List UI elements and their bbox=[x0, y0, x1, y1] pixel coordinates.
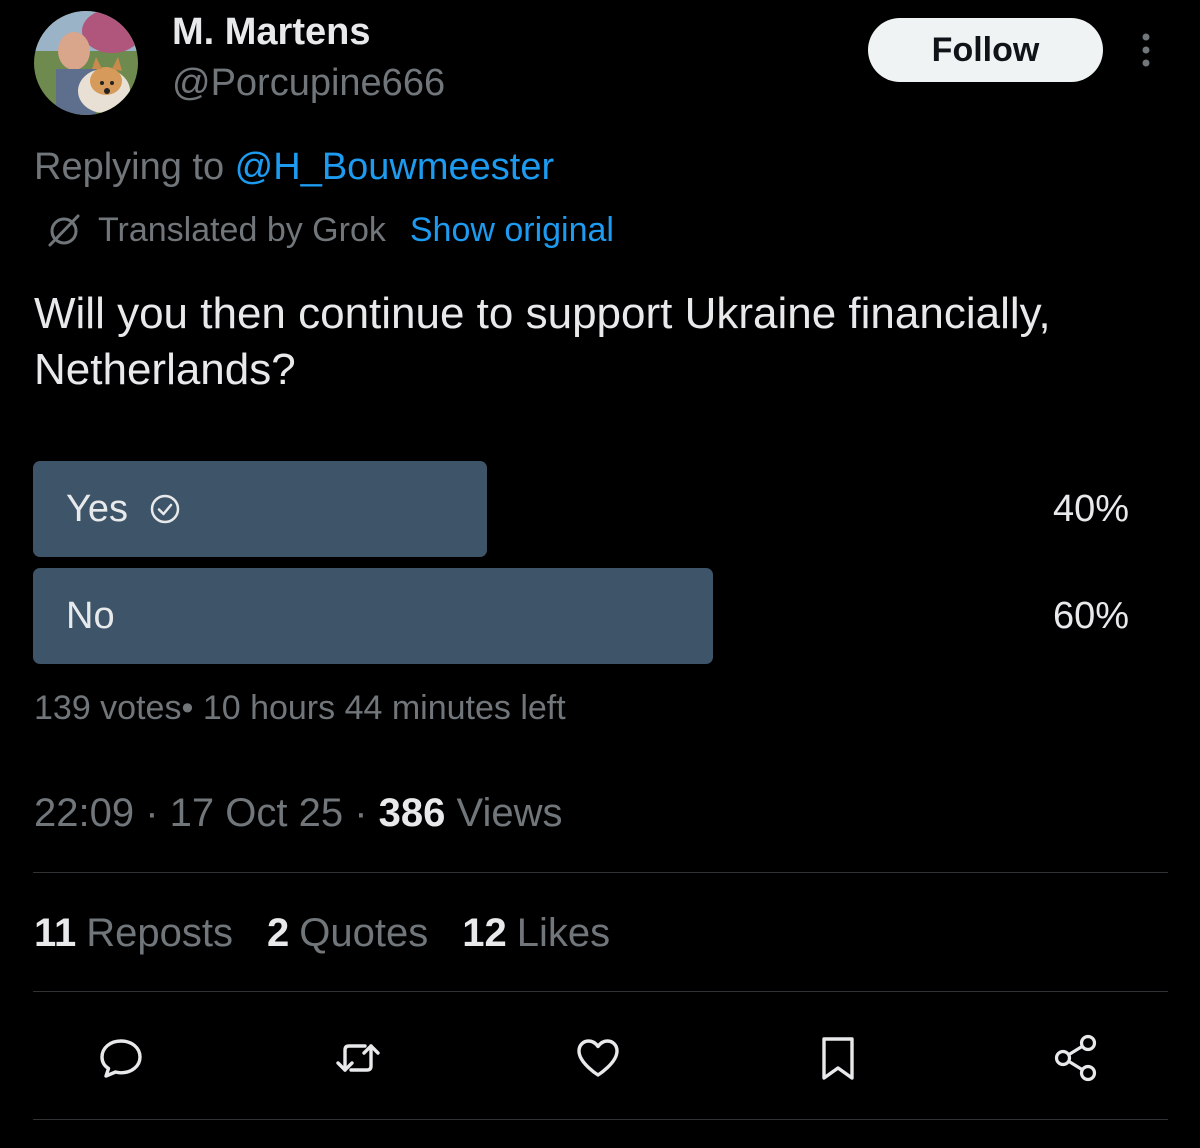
engagement-stats: 11 Reposts 2 Quotes 12 Likes bbox=[34, 910, 644, 956]
comment-icon bbox=[100, 1039, 142, 1078]
translation-bar: Translated by Grok Show original bbox=[44, 210, 614, 250]
replying-to-label: Replying to bbox=[34, 146, 235, 188]
poll: Yes 40% No 60% bbox=[33, 461, 1143, 675]
reposts-count: 11 bbox=[34, 911, 77, 955]
divider bbox=[33, 1119, 1168, 1120]
poll-meta: 139 votes• 10 hours 44 minutes left bbox=[34, 689, 566, 727]
post-text: Will you then continue to support Ukrain… bbox=[34, 289, 1051, 394]
poll-option-label: Yes bbox=[66, 487, 128, 530]
avatar-photo bbox=[34, 11, 138, 115]
action-bar bbox=[0, 1030, 1200, 1086]
more-options-icon[interactable] bbox=[1128, 30, 1164, 70]
likes-stat[interactable]: 12 Likes bbox=[462, 910, 610, 956]
repost-button[interactable] bbox=[330, 1030, 386, 1086]
show-original-link[interactable]: Show original bbox=[410, 210, 614, 250]
poll-time-left: 10 hours 44 minutes left bbox=[202, 689, 566, 727]
post-time[interactable]: 22:09 bbox=[34, 791, 134, 835]
divider bbox=[33, 872, 1168, 873]
translated-by-label: Translated by Grok bbox=[98, 211, 386, 249]
author-display-name[interactable]: M. Martens bbox=[172, 10, 370, 54]
poll-bar-no bbox=[33, 568, 713, 664]
share-button[interactable] bbox=[1048, 1030, 1104, 1086]
reposts-label: Reposts bbox=[86, 911, 234, 955]
views-label: Views bbox=[456, 791, 563, 835]
poll-percent: 40% bbox=[1052, 487, 1129, 530]
grok-icon bbox=[48, 214, 80, 247]
replying-to: Replying to @H_Bouwmeester bbox=[34, 145, 554, 189]
likes-label: Likes bbox=[516, 911, 611, 955]
reply-button[interactable] bbox=[93, 1030, 149, 1086]
post-date[interactable]: 17 Oct 25 bbox=[170, 791, 343, 835]
quotes-label: Quotes bbox=[299, 911, 429, 955]
avatar[interactable] bbox=[34, 11, 138, 115]
reposts-stat[interactable]: 11 Reposts bbox=[34, 910, 233, 956]
author-handle[interactable]: @Porcupine666 bbox=[172, 61, 445, 105]
follow-button[interactable]: Follow bbox=[868, 18, 1103, 82]
heart-icon bbox=[577, 1039, 619, 1077]
poll-option-label: No bbox=[66, 594, 115, 637]
reply-mention-link[interactable]: @H_Bouwmeester bbox=[235, 146, 554, 188]
post-timestamp: 22:09 · 17 Oct 25 · 386 Views bbox=[34, 791, 563, 835]
like-button[interactable] bbox=[570, 1030, 626, 1086]
poll-votes: 139 votes bbox=[34, 689, 182, 727]
check-circle-icon bbox=[150, 494, 180, 524]
divider bbox=[33, 991, 1168, 992]
quotes-stat[interactable]: 2 Quotes bbox=[267, 910, 428, 956]
bookmark-icon bbox=[822, 1037, 854, 1080]
poll-percent: 60% bbox=[1052, 594, 1129, 637]
poll-option-no[interactable]: No 60% bbox=[33, 568, 1143, 664]
poll-option-yes[interactable]: Yes 40% bbox=[33, 461, 1143, 557]
bookmark-button[interactable] bbox=[810, 1030, 866, 1086]
quotes-count: 2 bbox=[267, 911, 290, 955]
repost-icon bbox=[336, 1044, 380, 1072]
likes-count: 12 bbox=[462, 911, 507, 955]
views-count: 386 bbox=[378, 791, 446, 835]
share-icon bbox=[1054, 1034, 1097, 1082]
